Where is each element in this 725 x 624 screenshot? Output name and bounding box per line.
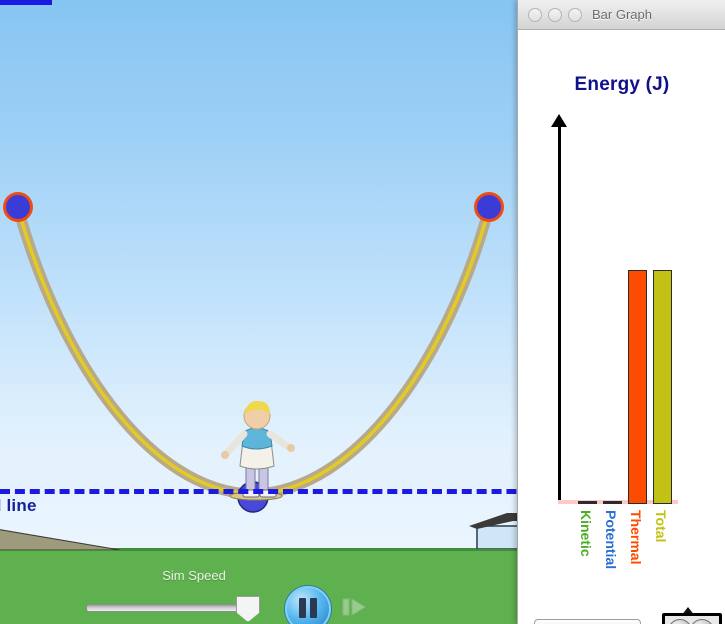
zoom-in-button[interactable]: + [690,619,714,624]
track-control-point-left [3,192,33,222]
pause-icon-bar2 [310,598,317,618]
zoom-out-icon: − [669,620,691,624]
chart-title: Energy (J) [574,74,670,95]
pause-icon [299,598,306,618]
skater-figure[interactable] [218,392,298,504]
bar-label-thermal: Thermal [628,510,644,565]
bar-potential-zero [603,501,622,504]
clear-heat-button[interactable]: Clear Heat [534,619,641,624]
pause-button[interactable] [285,586,331,624]
track-control-point-right [474,192,504,222]
window-title: Bar Graph [592,7,652,22]
chart-bars: Kinetic Potential Thermal Total [558,170,708,569]
bar-total [653,270,672,504]
zoom-out-button[interactable]: − [668,619,692,624]
grid-line-label: d line [0,496,37,515]
bar-graph-titlebar[interactable]: Bar Graph [518,0,725,30]
bar-thermal [628,270,647,504]
bar-label-total: Total [653,510,669,543]
sim-speed-label: Sim Speed [162,568,226,583]
bar-graph-body: Energy (J) Kinetic Potential Thermal Total … [518,30,725,624]
bar-label-potential: Potential [603,510,619,570]
zoom-in-icon: + [691,620,713,624]
sim-speed-slider-track[interactable] [86,604,256,612]
zoom-control-group: − + [662,613,722,624]
bar-graph-window: Bar Graph Energy (J) Kinetic Potential The… [517,0,725,624]
step-forward-button[interactable] [337,592,371,622]
top-grid-marker [0,0,52,5]
app-stage: d line Sim Speed Choose Bar Graph Energy… [0,0,725,624]
bar-kinetic-zero [578,501,597,504]
bar-label-kinetic: Kinetic [578,510,594,557]
